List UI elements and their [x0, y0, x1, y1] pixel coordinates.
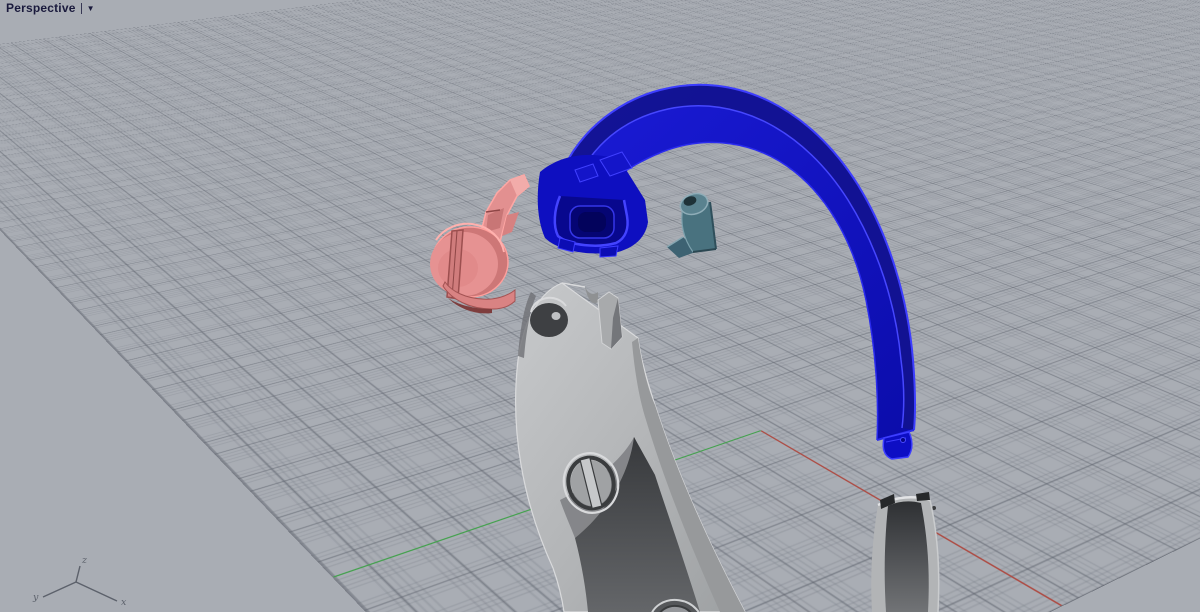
viewport-title-divider	[80, 2, 82, 14]
gizmo-x-axis	[75, 581, 118, 602]
model-parts-layer	[430, 83, 940, 612]
clip-foot-b	[599, 245, 619, 258]
gray-ring-part[interactable]	[514, 282, 746, 612]
world-axes-gizmo: z y x	[32, 555, 127, 608]
ring-socket-pin	[551, 312, 561, 320]
blue-clip-end	[537, 151, 648, 258]
gray-ring-end-part[interactable]	[871, 492, 940, 612]
gizmo-y-axis	[42, 581, 77, 598]
gizmo-x-label: x	[121, 597, 127, 608]
ring-end-dark-face	[884, 501, 929, 612]
viewport-title-label[interactable]: Perspective	[6, 1, 76, 15]
viewport-title-menu[interactable]: Perspective ▼	[6, 1, 95, 15]
clip-slot-core	[578, 212, 606, 232]
end-tab-pin	[900, 437, 906, 443]
chevron-down-icon[interactable]: ▼	[87, 5, 95, 13]
gizmo-z-label: z	[81, 555, 88, 566]
pink-knob-part[interactable]	[430, 174, 530, 314]
gizmo-z-axis	[75, 565, 81, 583]
ring-socket-hole	[530, 303, 568, 337]
gizmo-y-label: y	[32, 592, 39, 603]
teal-clip-part[interactable]	[666, 190, 717, 258]
ring-end-notch-right	[916, 492, 930, 501]
rhino-perspective-viewport: Perspective ▼ z y x	[0, 0, 1200, 612]
